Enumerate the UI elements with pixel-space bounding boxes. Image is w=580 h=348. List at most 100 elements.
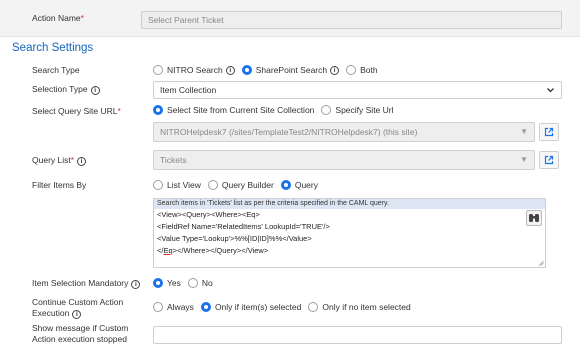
- chevron-down-icon: [546, 82, 555, 98]
- label-line: Continue Custom Action: [32, 297, 124, 307]
- radio-circle[interactable]: [153, 180, 163, 190]
- radio-label: Only if item(s) selected: [214, 302, 302, 312]
- open-list-link-button[interactable]: [539, 151, 559, 169]
- search-type-both-radio[interactable]: Both: [346, 65, 378, 75]
- radio-label: No: [201, 278, 213, 288]
- query-line: </Eq></Where></Query></View>: [154, 245, 545, 257]
- caret-down-icon: ▼: [520, 127, 528, 136]
- info-icon[interactable]: i: [77, 157, 87, 166]
- radio-circle-selected[interactable]: [241, 65, 252, 75]
- selection-type-label-text: Selection Type: [32, 84, 88, 94]
- radio-label: Query Builder: [221, 180, 274, 190]
- filter-list-view-radio[interactable]: List View: [153, 180, 201, 190]
- radio-label: Yes: [167, 278, 181, 288]
- query-list-select[interactable]: Tickets ▼: [153, 150, 535, 170]
- query-line: <View><Query><Where><Eq>: [157, 210, 260, 219]
- radio-label: Only if no item selected: [322, 302, 411, 312]
- query-list-label-text: Query List: [32, 155, 71, 165]
- radio-label: Specify Site Url: [335, 105, 394, 115]
- filter-items-by-group: List View Query Builder Query: [153, 180, 325, 190]
- link-icon: [544, 155, 554, 165]
- label-line: Execution i: [32, 308, 123, 319]
- continue-always-radio[interactable]: Always: [153, 302, 194, 312]
- search-type-label: Search Type: [32, 65, 80, 75]
- query-site-url-label: Select Query Site URL*: [32, 106, 121, 117]
- radio-circle-selected[interactable]: [153, 278, 163, 288]
- radio-circle[interactable]: [346, 65, 357, 75]
- action-name-placeholder: Select Parent Ticket: [148, 15, 224, 25]
- info-icon[interactable]: i: [131, 280, 141, 289]
- required-mark: *: [70, 155, 75, 165]
- caret-down-icon: ▼: [520, 155, 528, 164]
- open-site-link-button[interactable]: [539, 123, 559, 141]
- query-token: ></Where></Query></View>: [172, 246, 269, 255]
- radio-circle[interactable]: [153, 65, 163, 75]
- radio-label: Always: [167, 302, 194, 312]
- search-query-button[interactable]: [526, 210, 542, 226]
- selection-type-select[interactable]: Item Collection: [153, 81, 562, 99]
- radio-label: List View: [167, 180, 201, 190]
- continue-if-selected-radio[interactable]: Only if item(s) selected: [200, 302, 302, 312]
- info-icon[interactable]: i: [330, 65, 340, 75]
- link-icon: [544, 127, 554, 137]
- action-name-label: Action Name*: [32, 13, 84, 24]
- radio-circle-selected[interactable]: [200, 302, 211, 312]
- label-line: Show message if Custom: [32, 323, 129, 333]
- required-mark: *: [117, 106, 121, 116]
- label-line-text: Execution: [32, 308, 70, 318]
- radio-label: Both: [360, 65, 378, 75]
- continue-custom-action-group: Always Only if item(s) selected Only if …: [153, 302, 418, 312]
- item-selection-mandatory-label: Item Selection Mandatory i: [32, 278, 141, 289]
- search-type-nitro-radio[interactable]: NITRO Search i: [153, 65, 235, 75]
- radio-circle[interactable]: [187, 278, 198, 288]
- selection-type-value: Item Collection: [160, 85, 217, 95]
- action-name-input[interactable]: Select Parent Ticket: [141, 11, 562, 29]
- show-message-label: Show message if Custom Action execution …: [32, 323, 128, 345]
- site-specify-url-radio[interactable]: Specify Site Url: [321, 105, 394, 115]
- radio-circle[interactable]: [321, 105, 332, 115]
- radio-circle[interactable]: [153, 302, 163, 312]
- radio-label: NITRO Search: [167, 65, 223, 75]
- section-title: Search Settings: [12, 42, 94, 54]
- query-list-label: Query List* i: [32, 155, 87, 166]
- mandatory-yes-radio[interactable]: Yes: [153, 278, 181, 288]
- search-type-sharepoint-radio[interactable]: SharePoint Search i: [241, 65, 340, 75]
- site-value: NITROHelpdesk7 (/sites/TemplateTest2/NIT…: [160, 127, 418, 137]
- selection-type-label: Selection Type i: [32, 84, 100, 95]
- query-line: <FieldRef Name='RelatedItems' LookupId='…: [157, 222, 330, 231]
- info-icon[interactable]: i: [90, 86, 100, 95]
- resize-handle-icon[interactable]: [538, 260, 544, 266]
- info-icon[interactable]: i: [225, 65, 235, 75]
- caml-query-editor[interactable]: Search items in 'Tickets' list as per th…: [153, 198, 546, 268]
- item-selection-mandatory-label-text: Item Selection Mandatory: [32, 278, 129, 288]
- radio-label: Query: [294, 180, 318, 190]
- radio-circle[interactable]: [207, 180, 218, 190]
- query-line: <Value Type='Lookup'>%%[ID|ID]%%</Value>: [157, 234, 312, 243]
- item-selection-mandatory-group: Yes No: [153, 278, 220, 288]
- query-token-spellcheck: Eq: [163, 246, 173, 255]
- radio-label: SharePoint Search: [255, 65, 328, 75]
- site-current-collection-radio[interactable]: Select Site from Current Site Collection: [153, 105, 314, 115]
- required-mark: *: [80, 13, 84, 23]
- mandatory-no-radio[interactable]: No: [187, 278, 213, 288]
- filter-query-builder-radio[interactable]: Query Builder: [207, 180, 274, 190]
- info-icon[interactable]: i: [72, 310, 82, 319]
- continue-custom-action-label: Continue Custom Action Execution i: [32, 297, 123, 319]
- site-select[interactable]: NITROHelpdesk7 (/sites/TemplateTest2/NIT…: [153, 122, 535, 142]
- radio-circle-selected[interactable]: [153, 105, 163, 115]
- query-site-url-label-text: Select Query Site URL: [32, 106, 118, 116]
- radio-label: Select Site from Current Site Collection: [167, 105, 315, 115]
- show-message-input[interactable]: [153, 326, 562, 344]
- search-type-group: NITRO Search i SharePoint Search i Both: [153, 65, 385, 75]
- query-list-value: Tickets: [160, 155, 187, 165]
- query-site-url-group: Select Site from Current Site Collection…: [153, 105, 401, 115]
- filter-items-by-label: Filter Items By: [32, 180, 87, 190]
- radio-circle-selected[interactable]: [280, 180, 291, 190]
- query-hint: Search items in 'Tickets' list as per th…: [154, 199, 545, 209]
- continue-if-none-selected-radio[interactable]: Only if no item selected: [308, 302, 411, 312]
- action-name-label-text: Action Name: [32, 13, 81, 23]
- radio-circle[interactable]: [308, 302, 319, 312]
- binoculars-icon: [529, 214, 539, 222]
- filter-query-radio[interactable]: Query: [280, 180, 318, 190]
- label-line: Action execution stopped: [32, 334, 127, 344]
